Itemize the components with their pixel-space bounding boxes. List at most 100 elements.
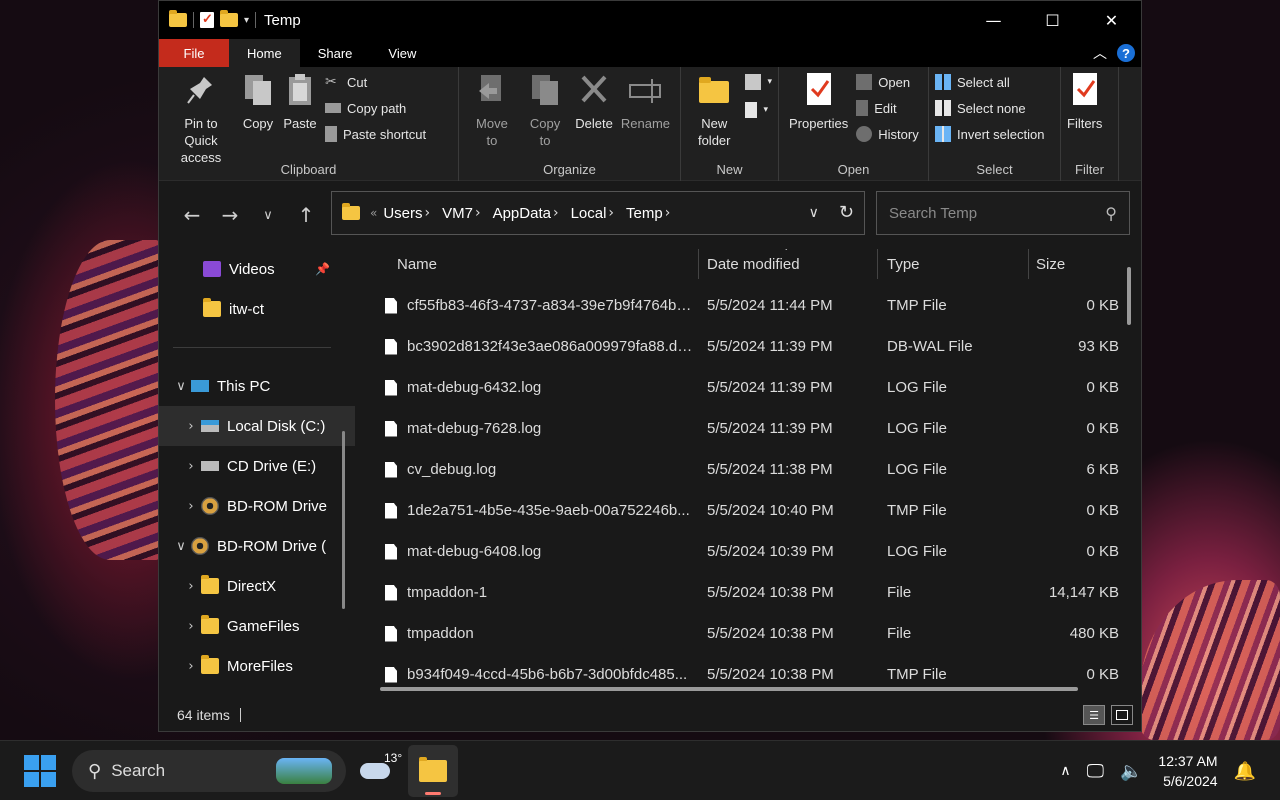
chevron-right-icon[interactable]: ›	[181, 419, 201, 434]
minimize-button[interactable]: —	[964, 1, 1023, 39]
chevron-right-icon[interactable]: ›	[181, 459, 201, 474]
network-icon[interactable]: 🖵	[1087, 761, 1104, 782]
address-bar[interactable]: « Users › VM7 › AppData › Local › Temp › ∨ ↻	[331, 191, 865, 235]
large-icons-view-button[interactable]	[1111, 705, 1133, 725]
copy-path-button[interactable]: Copy path	[325, 99, 426, 117]
chevron-right-icon[interactable]: ›	[181, 499, 201, 514]
table-row[interactable]: cv_debug.log 5/5/2024 11:38 PM LOG File 6 K…	[355, 449, 1141, 490]
volume-icon[interactable]: 🔈	[1120, 761, 1142, 782]
sidebar-item-this-pc[interactable]: ∨ This PC	[159, 366, 355, 406]
forward-arrow-icon[interactable]: →	[211, 203, 249, 227]
chevron-right-icon[interactable]: ›	[181, 619, 201, 634]
sidebar-item-cd-drive[interactable]: › CD Drive (E:)	[159, 446, 355, 486]
easy-access-button[interactable]: ▾	[745, 101, 772, 119]
table-row[interactable]: mat-debug-6408.log 5/5/2024 10:39 PM LOG F…	[355, 531, 1141, 572]
sidebar-item-videos[interactable]: Videos 📌	[159, 249, 355, 289]
select-none-label: Select none	[957, 100, 1026, 116]
taskbar-search[interactable]: ⚲ Search	[72, 750, 346, 792]
breadcrumb-overflow[interactable]: «	[370, 206, 377, 220]
column-type[interactable]: Type	[887, 256, 920, 273]
chevron-down-icon[interactable]: ∨	[171, 379, 191, 394]
up-arrow-icon[interactable]: ↑	[287, 203, 325, 227]
clock[interactable]: 12:37 AM 5/6/2024	[1158, 751, 1217, 791]
paste-shortcut-button[interactable]: Paste shortcut	[325, 125, 426, 143]
table-row[interactable]: mat-debug-7628.log 5/5/2024 11:39 PM LOG F…	[355, 408, 1141, 449]
file-icon	[385, 420, 397, 437]
file-list-scrollbar[interactable]	[1127, 267, 1131, 325]
open-button[interactable]: Open	[856, 73, 918, 91]
chevron-right-icon[interactable]: ›	[553, 205, 559, 221]
copy-to-label: Copy to	[529, 116, 561, 148]
column-divider[interactable]	[877, 249, 878, 279]
tab-home[interactable]: Home	[229, 39, 300, 67]
table-row[interactable]: tmpaddon-1 5/5/2024 10:38 PM File 14,147 KB	[355, 572, 1141, 613]
notification-bell-icon[interactable]: 🔔	[1234, 761, 1256, 782]
edit-button[interactable]: Edit	[856, 99, 918, 117]
back-arrow-icon[interactable]: ←	[173, 203, 211, 227]
chevron-right-icon[interactable]: ›	[181, 659, 201, 674]
column-name[interactable]: Name	[397, 256, 437, 273]
column-divider[interactable]	[1028, 249, 1029, 279]
column-size[interactable]: Size	[1036, 256, 1065, 273]
customize-toolbar-icon[interactable]: ▾	[244, 15, 249, 26]
help-icon[interactable]: ?	[1117, 44, 1135, 62]
sidebar-item-gamefiles[interactable]: › GameFiles	[159, 606, 355, 646]
table-row[interactable]: mat-debug-6432.log 5/5/2024 11:39 PM LOG F…	[355, 367, 1141, 408]
filters-icon	[1072, 73, 1097, 105]
table-row[interactable]: cf55fb83-46f3-4737-a834-39e7b9f4764b....…	[355, 285, 1141, 326]
windows-start-icon[interactable]	[24, 755, 56, 787]
table-row[interactable]: bc3902d8132f43e3ae086a009979fa88.db... 5/…	[355, 326, 1141, 367]
tab-share[interactable]: Share	[300, 39, 371, 67]
chevron-right-icon[interactable]: ›	[425, 205, 431, 221]
collapse-ribbon-icon[interactable]: ︿	[1093, 43, 1107, 63]
new-item-button[interactable]: ▾	[745, 73, 772, 91]
search-input[interactable]: Search Temp ⚲	[876, 191, 1130, 235]
column-date-modified[interactable]: Date modified	[707, 256, 800, 273]
chevron-up-icon[interactable]: ∧	[1060, 763, 1070, 779]
chevron-right-icon[interactable]: ›	[608, 205, 614, 221]
close-button[interactable]: ✕	[1082, 1, 1141, 39]
pin-icon[interactable]: 📌	[315, 262, 330, 276]
horizontal-scrollbar[interactable]	[380, 687, 1078, 691]
scissors-icon: ✂	[325, 74, 337, 90]
chevron-right-icon[interactable]: ›	[665, 205, 671, 221]
breadcrumb-appdata[interactable]: AppData ›	[493, 205, 565, 222]
taskbar-file-explorer[interactable]	[408, 745, 458, 797]
weather-widget[interactable]: 13°	[360, 751, 402, 779]
sidebar-scrollbar[interactable]	[342, 431, 345, 609]
breadcrumb-vm7[interactable]: VM7 ›	[442, 205, 486, 222]
history-icon	[856, 126, 873, 142]
chevron-right-icon[interactable]: ›	[181, 579, 201, 594]
chevron-down-icon[interactable]: ∨	[171, 539, 191, 554]
address-history-dropdown-icon[interactable]: ∨	[809, 205, 819, 223]
breadcrumb-users[interactable]: Users ›	[383, 205, 436, 222]
table-row[interactable]: tmpaddon 5/5/2024 10:38 PM File 480 KB	[355, 613, 1141, 654]
select-none-button[interactable]: Select none	[935, 99, 1044, 117]
breadcrumb-local[interactable]: Local ›	[571, 205, 620, 222]
breadcrumb-temp[interactable]: Temp ›	[626, 205, 676, 222]
sidebar-item-morefiles[interactable]: › MoreFiles	[159, 646, 355, 686]
sidebar-item-bd-rom[interactable]: › BD-ROM Drive	[159, 486, 355, 526]
table-row[interactable]: 1de2a751-4b5e-435e-9aeb-00a752246b... 5/5…	[355, 490, 1141, 531]
refresh-icon[interactable]: ↻	[839, 202, 854, 223]
maximize-button[interactable]: ☐	[1023, 1, 1082, 39]
properties-icon[interactable]	[200, 11, 214, 28]
details-view-button[interactable]: ☰	[1083, 705, 1105, 725]
sidebar-item-local-disk[interactable]: › Local Disk (C:)	[159, 406, 355, 446]
new-folder-icon[interactable]	[220, 10, 238, 27]
navigation-bar: ← → ∨ ↑ « Users › VM7 › AppData › Local › Te…	[159, 181, 1141, 249]
file-name: mat-debug-7628.log	[407, 420, 542, 437]
tab-view[interactable]: View	[370, 39, 434, 67]
file-icon	[385, 502, 397, 519]
sidebar-item-directx[interactable]: › DirectX	[159, 566, 355, 606]
invert-selection-button[interactable]: Invert selection	[935, 125, 1044, 143]
cut-button[interactable]: ✂ Cut	[325, 73, 426, 91]
sidebar-item-itw-ct[interactable]: itw-ct	[159, 289, 355, 329]
tab-file[interactable]: File	[159, 39, 229, 67]
chevron-right-icon[interactable]: ›	[475, 205, 481, 221]
select-all-button[interactable]: Select all	[935, 73, 1044, 91]
recent-locations-icon[interactable]: ∨	[249, 208, 287, 223]
column-divider[interactable]	[698, 249, 699, 279]
history-button[interactable]: History	[856, 125, 919, 143]
sidebar-item-bd-rom-expanded[interactable]: ∨ BD-ROM Drive (	[159, 526, 355, 566]
